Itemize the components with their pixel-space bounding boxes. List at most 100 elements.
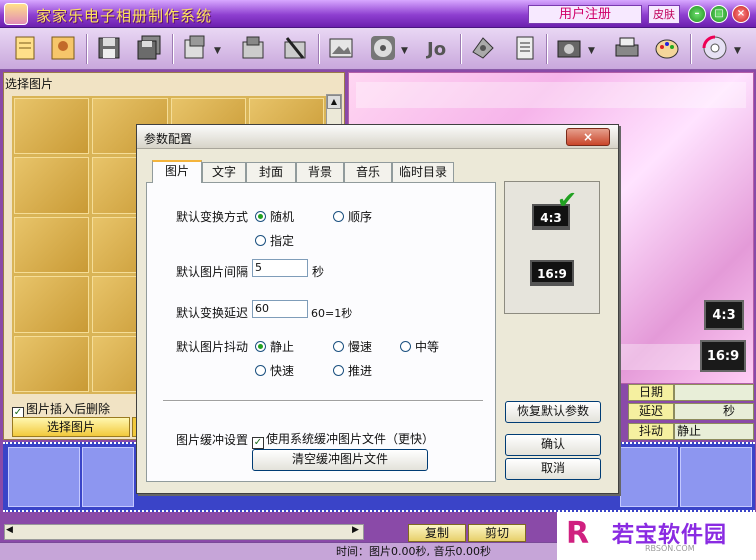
- thumbnail-cell[interactable]: [14, 216, 90, 274]
- aspect-16-9-thumbnail[interactable]: 16:9: [700, 340, 746, 372]
- filmstrip-decoration: [356, 82, 746, 108]
- select-image-button[interactable]: 选择图片: [12, 417, 130, 437]
- property-value-shake[interactable]: 静止: [674, 423, 754, 440]
- save-icon[interactable]: [92, 31, 126, 65]
- toolbar-separator: [690, 34, 692, 64]
- radio-slow[interactable]: 慢速: [333, 338, 372, 355]
- minimize-button[interactable]: –: [688, 5, 706, 23]
- interval-input[interactable]: 5: [252, 259, 308, 277]
- timeline-frame[interactable]: [82, 447, 134, 507]
- scroll-left-arrow-icon[interactable]: ◀: [6, 525, 13, 535]
- settings-icon[interactable]: [466, 31, 500, 65]
- maximize-button[interactable]: □: [710, 5, 728, 23]
- property-label-shake: 抖动: [628, 423, 674, 440]
- restore-defaults-button[interactable]: 恢复默认参数: [505, 401, 601, 423]
- toolbar-separator: [86, 34, 88, 64]
- radio-label: 中等: [415, 340, 440, 354]
- radio-button[interactable]: [255, 365, 266, 376]
- open-image-icon[interactable]: [46, 31, 80, 65]
- radio-medium[interactable]: 中等: [400, 338, 439, 355]
- clear-cache-button[interactable]: 清空缓冲图片文件: [252, 449, 428, 471]
- disc-icon[interactable]: [366, 31, 400, 65]
- delay-unit: 60=1秒: [311, 307, 353, 320]
- scroll-right-arrow-icon[interactable]: ▶: [352, 525, 359, 535]
- tab-temp-dir[interactable]: 临时目录: [392, 162, 454, 182]
- timeline-frame[interactable]: [620, 447, 678, 507]
- chevron-down-icon[interactable]: ▼: [214, 46, 221, 56]
- aspect-16-9-option[interactable]: 16:9: [530, 260, 574, 286]
- thumbnail-cell[interactable]: [14, 98, 90, 155]
- dialog-title-bar[interactable]: [137, 125, 618, 149]
- document-icon[interactable]: [508, 31, 542, 65]
- tab-text[interactable]: 文字: [202, 162, 246, 182]
- thumbnail-cell[interactable]: [14, 276, 90, 333]
- radio-button[interactable]: [255, 235, 266, 246]
- radio-button[interactable]: [400, 341, 411, 352]
- camera-icon[interactable]: [552, 31, 586, 65]
- new-album-icon[interactable]: [8, 31, 42, 65]
- delay-input[interactable]: 60: [252, 300, 308, 318]
- radio-sequential[interactable]: 顺序: [333, 208, 372, 225]
- radio-still[interactable]: 静止: [255, 338, 294, 355]
- import-icon[interactable]: [178, 31, 212, 65]
- radio-button[interactable]: [255, 211, 266, 222]
- aspect-ratio-panel: [504, 181, 600, 314]
- chevron-down-icon[interactable]: ▼: [588, 46, 595, 56]
- radio-random[interactable]: 随机: [255, 208, 294, 225]
- radio-label: 静止: [270, 340, 295, 354]
- delete-icon[interactable]: [278, 31, 312, 65]
- ok-button[interactable]: 确认: [505, 434, 601, 456]
- register-button[interactable]: 用户注册: [528, 5, 642, 24]
- checkmark-icon: ✔: [557, 186, 578, 214]
- radio-fast[interactable]: 快速: [255, 362, 294, 379]
- save-all-icon[interactable]: [132, 31, 166, 65]
- chevron-down-icon[interactable]: ▼: [401, 46, 408, 56]
- copy-button[interactable]: 复制: [408, 524, 466, 542]
- checkbox-box[interactable]: ✓: [252, 437, 264, 449]
- timeline-frame[interactable]: [680, 447, 752, 507]
- property-value-date[interactable]: [674, 384, 754, 401]
- tab-background[interactable]: 背景: [296, 162, 344, 182]
- edit-image-icon[interactable]: [324, 31, 358, 65]
- property-label-delay: 延迟: [628, 403, 674, 420]
- timeline-frame[interactable]: [8, 447, 80, 507]
- chevron-down-icon[interactable]: ▼: [734, 46, 741, 56]
- thumbnail-cell[interactable]: [14, 157, 90, 214]
- tab-image[interactable]: 图片: [152, 160, 202, 183]
- print-icon[interactable]: [610, 31, 644, 65]
- palette-icon[interactable]: [650, 31, 684, 65]
- scroll-up-arrow-icon[interactable]: ▲: [327, 95, 341, 109]
- transition-mode-label: 默认变换方式: [176, 210, 249, 224]
- music-icon[interactable]: Jo: [422, 31, 456, 65]
- radio-label: 指定: [270, 234, 295, 248]
- delay-label: 默认变换延迟: [176, 306, 249, 320]
- use-cache-checkbox[interactable]: ✓ 使用系统缓冲图片文件（更快）: [252, 430, 434, 449]
- aspect-4-3-thumbnail[interactable]: 4:3: [704, 300, 744, 330]
- export-icon[interactable]: [236, 31, 270, 65]
- radio-button[interactable]: [255, 341, 266, 352]
- close-button[interactable]: ×: [732, 5, 750, 23]
- cache-label: 图片缓冲设置: [176, 433, 249, 447]
- cut-button[interactable]: 剪切: [468, 524, 526, 542]
- property-value-delay[interactable]: 秒: [674, 403, 754, 420]
- interval-unit: 秒: [312, 265, 325, 279]
- tab-cover[interactable]: 封面: [246, 162, 296, 182]
- property-label-date: 日期: [628, 384, 674, 401]
- radio-label: 慢速: [348, 340, 373, 354]
- radio-specified[interactable]: 指定: [255, 232, 294, 249]
- radio-button[interactable]: [333, 365, 344, 376]
- skin-button[interactable]: 皮肤: [648, 5, 680, 24]
- radio-button[interactable]: [333, 211, 344, 222]
- thumbnail-cell[interactable]: [14, 335, 90, 392]
- logo-subtext: RBSON.COM: [645, 544, 695, 553]
- dialog-close-button[interactable]: ×: [566, 128, 610, 146]
- radio-push[interactable]: 推进: [333, 362, 372, 379]
- tab-music[interactable]: 音乐: [344, 162, 392, 182]
- horizontal-scrollbar[interactable]: [4, 524, 364, 540]
- radio-button[interactable]: [333, 341, 344, 352]
- burn-disc-icon[interactable]: [698, 31, 732, 65]
- delete-after-insert-label: 图片插入后删除: [26, 402, 111, 416]
- toolbar-separator: [172, 34, 174, 64]
- cancel-button[interactable]: 取消: [505, 458, 601, 480]
- radio-label: 随机: [270, 210, 295, 224]
